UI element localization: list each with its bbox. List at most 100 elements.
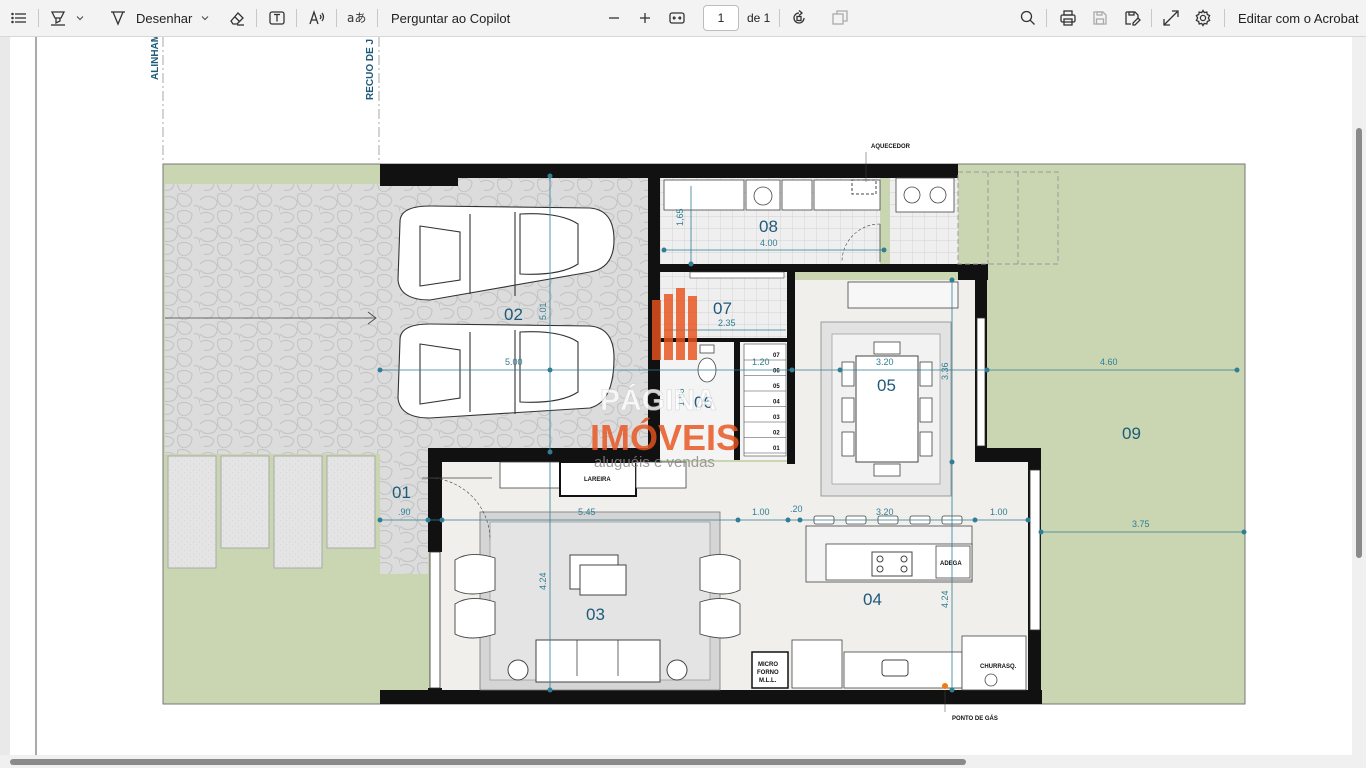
dimension-label: 1.00: [990, 507, 1008, 517]
gas-point-icon: [942, 683, 948, 689]
slab: [167, 455, 217, 569]
toolbar-divider: [336, 9, 337, 27]
watermark-line1: PÁGINA: [600, 383, 717, 417]
car-icon: [397, 323, 615, 419]
contents-icon[interactable]: [9, 0, 29, 36]
edit-acrobat-label: Editar com o Acrobat: [1238, 10, 1359, 26]
horizontal-scroll-thumb[interactable]: [10, 759, 966, 765]
toolbar-divider: [377, 9, 378, 27]
pdf-page[interactable]: ALINHAM RECUO DE J AQUECEDOR 07 06 05 04…: [10, 37, 1352, 755]
dimension-label: 1.00: [752, 507, 770, 517]
draw-icon[interactable]: [108, 0, 128, 36]
search-icon[interactable]: [1018, 0, 1038, 36]
toolbar-divider: [296, 9, 297, 27]
stair-step-label: 05: [773, 384, 780, 390]
ask-copilot-button[interactable]: Perguntar ao Copilot: [391, 0, 510, 36]
dimension-label: .20: [790, 504, 803, 514]
eraser-icon[interactable]: [227, 0, 247, 36]
console: [499, 461, 561, 489]
micro-label: MICRO: [758, 662, 778, 668]
room-label-03: 03: [586, 605, 605, 624]
oven-label: FORNO: [757, 670, 779, 676]
fridge: [791, 639, 843, 689]
fireplace-label: LAREIRA: [584, 477, 611, 483]
settings-icon[interactable]: [1193, 0, 1213, 36]
barbecue-label: CHURRASQ.: [980, 664, 1017, 670]
window: [976, 317, 986, 447]
stair-step-label: 03: [773, 415, 780, 421]
setback-label: RECUO DE J: [365, 39, 376, 100]
room-label-08: 08: [759, 217, 778, 236]
text-box-icon[interactable]: [267, 0, 287, 36]
watermark-line3: aluguéis e vendas: [594, 454, 715, 471]
dimension-label: 3.36: [940, 362, 950, 380]
stone-paving: [165, 184, 380, 454]
room-label-04: 04: [863, 590, 882, 609]
side-table: [507, 659, 529, 681]
dimension-label: 4.00: [760, 238, 778, 248]
draw-label: Desenhar: [136, 10, 193, 26]
dimension-label: 4.24: [538, 572, 548, 590]
dimension-label: 3.20: [876, 507, 894, 517]
dimension-label: 4.60: [1100, 357, 1118, 367]
page-view-icon[interactable]: [830, 0, 850, 36]
stair-step-label: 01: [773, 446, 780, 452]
zoom-in-icon[interactable]: [636, 0, 654, 36]
alignment-label: ALINHAM: [150, 37, 161, 80]
sink-icon: [881, 659, 909, 677]
page-of-label: de 1: [747, 11, 771, 25]
room-label-09: 09: [1122, 424, 1141, 443]
save-icon[interactable]: [1090, 0, 1110, 36]
dimension-label: 5.01: [538, 302, 548, 320]
sofa: [535, 639, 661, 683]
read-aloud-icon[interactable]: [307, 0, 327, 36]
dimension-label: 1.20: [752, 357, 770, 367]
save-as-icon[interactable]: [1122, 0, 1142, 36]
barbecue: [961, 635, 1027, 691]
slab: [220, 455, 270, 549]
page-count: de 1: [747, 0, 770, 36]
zoom-out-icon[interactable]: [605, 0, 623, 36]
wine-cellar-label: ADEGA: [940, 561, 962, 567]
fullscreen-icon[interactable]: [1161, 0, 1181, 36]
slab: [326, 455, 376, 549]
translate-icon[interactable]: aあ: [346, 0, 366, 36]
print-icon[interactable]: [1058, 0, 1078, 36]
toolbar-divider: [1224, 9, 1225, 27]
gas-point-label: PONTO DE GÁS: [952, 715, 998, 722]
toolbar-divider: [779, 9, 780, 27]
draw-button[interactable]: Desenhar: [136, 0, 192, 36]
copilot-label: Perguntar ao Copilot: [391, 10, 511, 26]
edit-with-acrobat-button[interactable]: Editar com o Acrobat: [1238, 0, 1359, 36]
room-label-05: 05: [877, 376, 896, 395]
slab: [273, 455, 323, 569]
dimension-label: 2.35: [718, 318, 736, 328]
dimension-label: 3.20: [876, 357, 894, 367]
sink: [781, 179, 813, 211]
stair-step-label: 02: [773, 431, 780, 437]
side-table: [666, 659, 688, 681]
rotate-icon[interactable]: [789, 0, 809, 36]
room-label-02: 02: [504, 305, 523, 324]
toolbar-divider: [38, 9, 39, 27]
floor-plan: ALINHAM RECUO DE J AQUECEDOR 07060504030…: [35, 37, 1247, 755]
vertical-scroll-thumb[interactable]: [1356, 128, 1362, 558]
highlight-icon[interactable]: [48, 0, 68, 36]
dimension-label: 5.00: [505, 357, 523, 367]
room-label-01: 01: [392, 483, 411, 502]
window: [429, 551, 441, 689]
dining-table: [855, 355, 919, 463]
watermark-line2: IMÓVEIS: [590, 416, 740, 458]
dimension-label: 1,65: [675, 208, 685, 226]
window: [1029, 469, 1041, 631]
dishwasher-label: M.L.L.: [759, 678, 777, 684]
page-number-input[interactable]: 1: [703, 5, 739, 31]
fit-page-icon[interactable]: [667, 0, 687, 36]
heater-label: AQUECEDOR: [871, 144, 911, 150]
dimension-label: .90: [398, 507, 411, 517]
chevron-down-icon[interactable]: [199, 0, 211, 36]
chevron-down-icon[interactable]: [74, 0, 86, 36]
toolbar-divider: [1151, 9, 1152, 27]
toolbar-divider: [256, 9, 257, 27]
dimension-label: 5.45: [578, 507, 596, 517]
